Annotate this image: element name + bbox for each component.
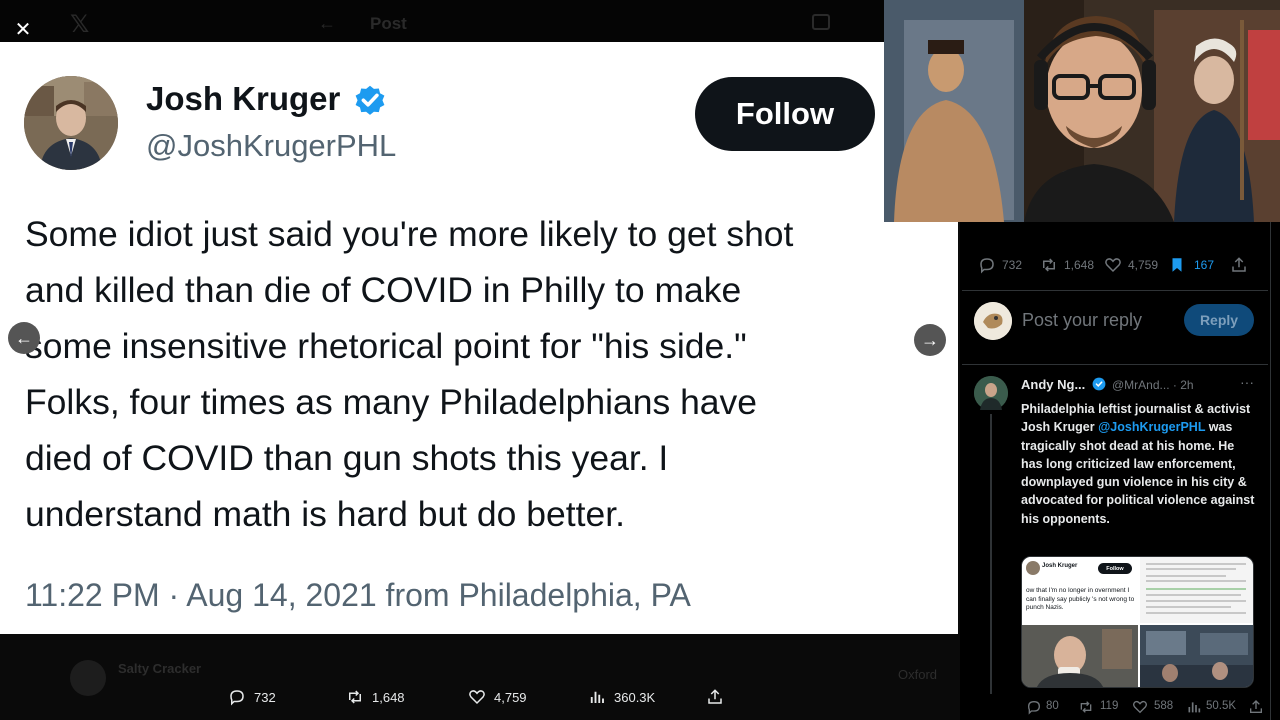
share-icon[interactable] bbox=[1248, 699, 1264, 715]
reply-author-name[interactable]: Andy Ng... bbox=[1021, 377, 1085, 392]
follow-button[interactable]: Follow bbox=[695, 77, 875, 151]
divider bbox=[1146, 594, 1241, 596]
tweet-action-bar: 732 1,648 4,759 360.3K bbox=[0, 680, 960, 716]
repost-icon[interactable] bbox=[1040, 256, 1058, 274]
reply-action[interactable]: 732 bbox=[228, 688, 276, 706]
media-tweet-text: ow that I'm no longer in overnment I can… bbox=[1026, 587, 1135, 611]
reply-media[interactable]: Josh Kruger Follow ow that I'm no longer… bbox=[1021, 556, 1254, 688]
chevron-left-icon: ← bbox=[15, 327, 33, 348]
close-icon: ✕ bbox=[14, 18, 32, 41]
reply-repost-count: 119 bbox=[1100, 700, 1119, 712]
divider bbox=[1146, 612, 1246, 614]
mention-link[interactable]: @JoshKrugerPHL bbox=[1098, 420, 1205, 434]
background-topbar: 𝕏 ← Post bbox=[0, 0, 884, 42]
reply-button[interactable]: Reply bbox=[1184, 304, 1254, 336]
reply-views-count: 50.5K bbox=[1206, 700, 1237, 712]
like-icon[interactable] bbox=[1104, 256, 1122, 274]
like-count: 4,759 bbox=[494, 689, 527, 705]
bookmark-icon[interactable] bbox=[1168, 256, 1186, 274]
thread-line bbox=[990, 414, 992, 694]
x-logo-icon: 𝕏 bbox=[70, 11, 90, 38]
previous-button[interactable]: ← bbox=[8, 322, 40, 354]
current-user-avatar[interactable] bbox=[974, 302, 1012, 340]
repost-icon[interactable] bbox=[1078, 699, 1094, 715]
repost-icon bbox=[349, 690, 361, 704]
divider bbox=[1146, 568, 1236, 570]
back-arrow-icon: ← bbox=[318, 13, 336, 33]
reply-input[interactable]: Post your reply bbox=[1022, 310, 1142, 331]
author-name[interactable]: Josh Kruger bbox=[146, 80, 340, 118]
reply-count: 732 bbox=[254, 689, 276, 705]
media-screenshot-article bbox=[1140, 557, 1253, 623]
media-screenshot-tweet: Josh Kruger Follow ow that I'm no longer… bbox=[1022, 557, 1138, 623]
reply-author-avatar[interactable] bbox=[974, 376, 1008, 410]
divider bbox=[1146, 563, 1246, 565]
close-button[interactable]: ✕ bbox=[8, 14, 38, 44]
reply-icon bbox=[230, 690, 244, 706]
background-header-title: Post bbox=[370, 14, 407, 33]
views-icon[interactable] bbox=[1186, 699, 1202, 715]
verified-icon bbox=[1092, 377, 1106, 391]
divider bbox=[1146, 588, 1246, 590]
share-icon bbox=[708, 689, 722, 704]
reply-text: Philadelphia leftist journalist & activi… bbox=[1021, 400, 1257, 528]
reply-stats: 80 119 588 50.5K bbox=[1020, 699, 1270, 715]
next-button[interactable]: → bbox=[914, 324, 946, 356]
reply-icon[interactable] bbox=[1026, 699, 1042, 715]
divider bbox=[1270, 222, 1271, 720]
tweet-timestamp[interactable]: 11:22 PM · Aug 14, 2021 from Philadelphi… bbox=[25, 577, 691, 614]
views-icon bbox=[590, 691, 604, 703]
like-action[interactable]: 4,759 bbox=[468, 688, 527, 706]
author-handle[interactable]: @JoshKrugerPHL bbox=[146, 128, 396, 164]
rp-like-count: 4,759 bbox=[1128, 258, 1159, 272]
reply-text-end: was tragically shot dead at his home. He… bbox=[1021, 420, 1255, 526]
reply-author-meta[interactable]: @MrAnd... · 2h bbox=[1112, 378, 1194, 392]
reply-reply-count: 80 bbox=[1046, 700, 1059, 712]
divider bbox=[1146, 606, 1231, 608]
avatar bbox=[1026, 561, 1040, 575]
tweet-text: Some idiot just said you're more likely … bbox=[25, 214, 794, 534]
reader-icon bbox=[812, 14, 830, 30]
reply-icon[interactable] bbox=[978, 256, 996, 274]
like-icon[interactable] bbox=[1132, 699, 1148, 715]
media-tweet-name: Josh Kruger bbox=[1042, 563, 1078, 569]
divider bbox=[1146, 600, 1246, 602]
views-action[interactable]: 360.3K bbox=[588, 688, 655, 706]
chevron-right-icon: → bbox=[921, 329, 939, 350]
divider bbox=[962, 364, 1268, 365]
rp-repost-count: 1,648 bbox=[1064, 258, 1095, 272]
tweet-card: Josh Kruger @JoshKrugerPHL Follow Some i… bbox=[0, 42, 958, 634]
rp-bookmark-count: 167 bbox=[1194, 258, 1215, 272]
right-panel-stats: 732 1,648 4,759 167 bbox=[976, 256, 1266, 276]
share-action[interactable] bbox=[706, 688, 724, 706]
background-reply-name: Salty Cracker bbox=[118, 661, 202, 676]
media-follow-label: Follow bbox=[1098, 563, 1132, 574]
verified-icon bbox=[355, 85, 385, 115]
divider bbox=[962, 290, 1268, 291]
like-icon bbox=[469, 690, 485, 705]
webcam-overlay bbox=[884, 0, 1280, 222]
media-photo-room bbox=[1140, 625, 1253, 687]
rp-reply-count: 732 bbox=[1002, 258, 1023, 272]
divider bbox=[1146, 580, 1246, 582]
divider bbox=[1146, 575, 1226, 577]
share-icon[interactable] bbox=[1230, 256, 1248, 274]
media-photo-person bbox=[1022, 625, 1138, 687]
more-options-icon[interactable]: ··· bbox=[1240, 374, 1254, 390]
author-avatar[interactable] bbox=[24, 76, 118, 170]
repost-count: 1,648 bbox=[372, 689, 405, 705]
reply-like-count: 588 bbox=[1154, 700, 1174, 712]
repost-action[interactable]: 1,648 bbox=[346, 688, 405, 706]
views-count: 360.3K bbox=[614, 689, 656, 705]
